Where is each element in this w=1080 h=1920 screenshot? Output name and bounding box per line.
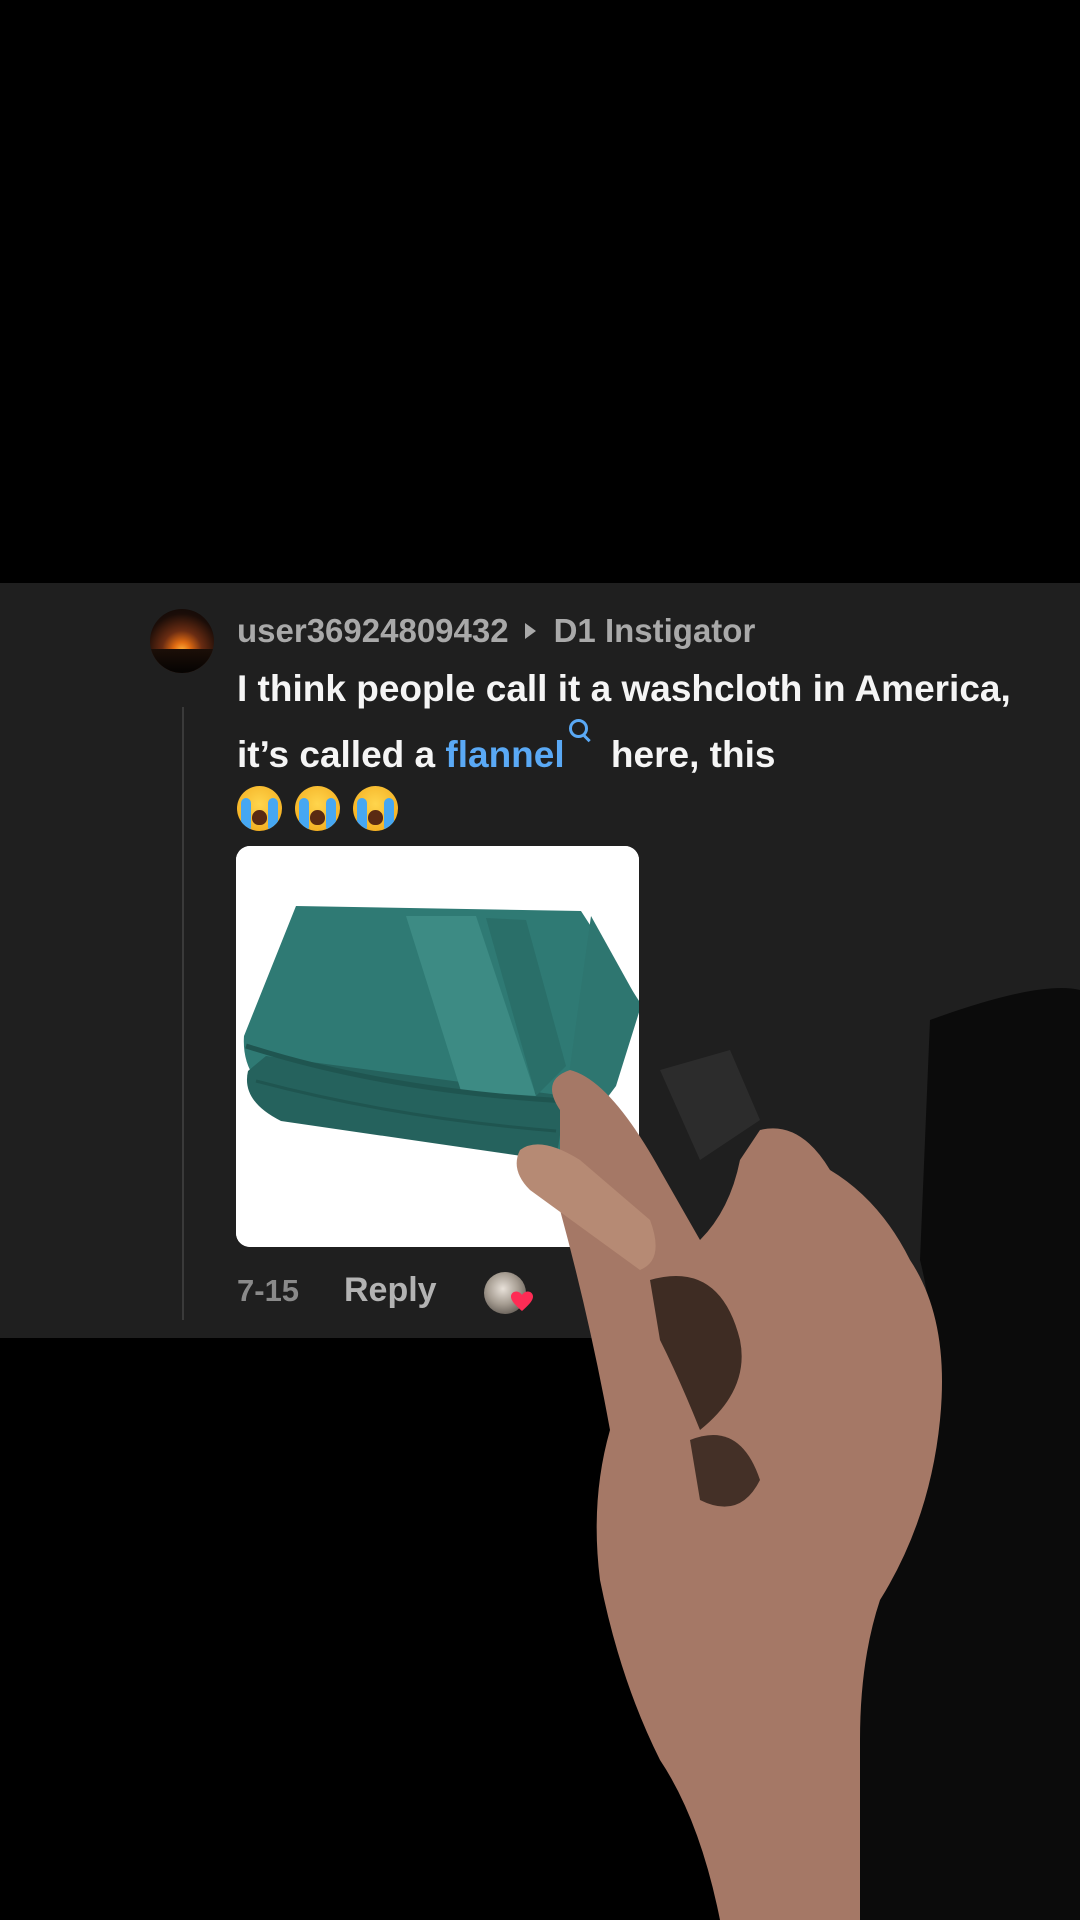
- reply-arrow-icon: [524, 623, 536, 639]
- emoji-row: [237, 786, 1037, 831]
- search-icon[interactable]: [567, 717, 591, 741]
- avatar-sunset-horizon: [150, 649, 214, 673]
- user-avatar[interactable]: [150, 609, 214, 673]
- reply-button[interactable]: Reply: [344, 1271, 437, 1310]
- comment-date: 7-15: [237, 1273, 300, 1308]
- username[interactable]: user36924809432: [237, 612, 509, 650]
- loudly-crying-face-icon: [295, 786, 340, 831]
- search-link[interactable]: flannel: [445, 734, 564, 775]
- video-hand-overlay: [516, 988, 1080, 1920]
- comment-header: user36924809432 D1 Instigator: [237, 608, 755, 654]
- reply-to-username[interactable]: D1 Instigator: [554, 612, 756, 650]
- loudly-crying-face-icon: [237, 786, 282, 831]
- comment-text-part2: here, this: [600, 734, 776, 775]
- reply-thread-line: [182, 707, 184, 1320]
- comment-text: I think people call it a washcloth in Am…: [237, 660, 1037, 831]
- loudly-crying-face-icon: [353, 786, 398, 831]
